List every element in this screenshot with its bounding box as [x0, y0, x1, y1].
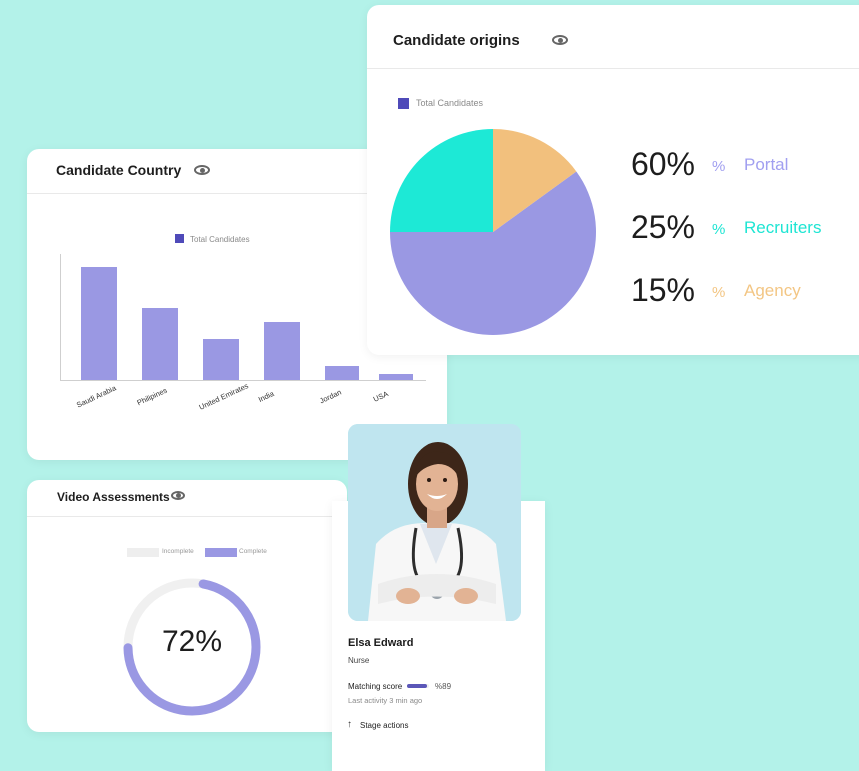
matching-score-fill — [407, 684, 427, 688]
origin-percent-sign: % — [712, 284, 726, 301]
candidate-role: Nurse — [348, 656, 370, 665]
card-title: Candidate origins — [393, 32, 520, 49]
card-title: Video Assessments — [57, 490, 170, 504]
x-tick-label: Jordan — [318, 387, 343, 406]
origin-percent-sign: % — [712, 158, 726, 175]
legend-swatch — [398, 98, 409, 109]
divider — [367, 68, 859, 69]
divider — [27, 516, 333, 517]
candidate-origins-card: Candidate origins Total Candidates 60%% P… — [367, 5, 859, 355]
stage-actions-button[interactable]: Stage actions — [360, 721, 408, 730]
eye-icon[interactable] — [552, 35, 568, 45]
x-tick-label: India — [256, 388, 276, 405]
bar — [142, 307, 178, 380]
origin-label: Portal — [744, 155, 789, 174]
eye-icon[interactable] — [171, 491, 185, 500]
arrow-up-icon: ↑ — [347, 719, 352, 730]
bar — [264, 322, 300, 380]
bar — [325, 366, 360, 380]
last-activity: Last activity 3 min ago — [348, 696, 423, 705]
progress-percent: 72% — [161, 625, 223, 658]
legend-label-complete: Complete — [239, 548, 267, 555]
legend-label: Total Candidates — [416, 98, 484, 108]
origin-percent: 60% — [630, 146, 695, 182]
pie-chart — [390, 129, 596, 335]
origin-percent: 25% — [630, 209, 695, 245]
origin-label: Agency — [744, 281, 801, 300]
legend-label: Total Candidates — [190, 235, 250, 244]
origin-percent-sign: % — [712, 221, 726, 238]
bar — [81, 267, 117, 380]
y-axis — [60, 254, 61, 380]
matching-score-value: %89 — [435, 682, 452, 691]
legend-swatch-incomplete — [127, 548, 159, 557]
x-tick-label: Philipines — [135, 385, 169, 408]
x-axis — [60, 380, 426, 381]
origin-label: Recruiters — [744, 218, 822, 237]
eye-icon[interactable] — [194, 165, 210, 175]
x-tick-label: Saudi Arabia — [75, 383, 118, 410]
matching-score-track — [407, 684, 429, 688]
matching-score-label: Matching score — [348, 682, 403, 691]
bar — [203, 339, 239, 380]
card-title: Candidate Country — [56, 162, 182, 178]
legend-swatch — [175, 234, 184, 243]
candidate-photo — [348, 424, 521, 621]
legend-label-incomplete: Incomplete — [162, 548, 194, 555]
bar — [379, 374, 414, 380]
candidate-name[interactable]: Elsa Edward — [348, 637, 413, 649]
origin-percent: 15% — [630, 272, 695, 308]
legend-swatch-complete — [205, 548, 237, 557]
x-tick-label: USA — [371, 389, 390, 404]
pie-slice-recruiters — [390, 129, 493, 232]
video-assessments-card: Video Assessments Incomplete Complete 72… — [27, 480, 347, 732]
x-tick-label: United Emirates — [197, 381, 250, 412]
